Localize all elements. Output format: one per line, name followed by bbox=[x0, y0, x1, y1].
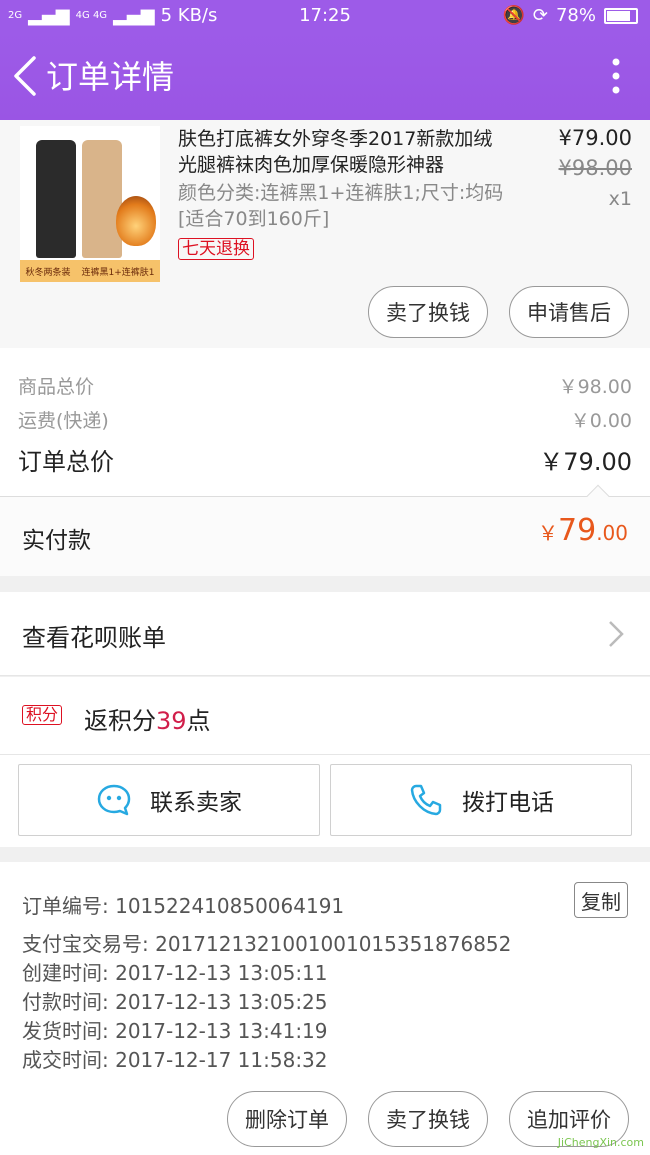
more-options-icon[interactable] bbox=[612, 58, 620, 94]
goods-total-label: 商品总价 bbox=[18, 376, 95, 398]
contact-seller-button[interactable]: 联系卖家 bbox=[18, 764, 320, 836]
copy-order-number-button[interactable]: 复制 bbox=[574, 882, 628, 918]
battery-percent: 78% bbox=[555, 5, 596, 26]
alipay-trade-number: 支付宝交易号: 2017121321001001015351876852 bbox=[22, 932, 512, 956]
completed-time: 成交时间: 2017-12-17 11:58:32 bbox=[22, 1048, 328, 1072]
amount-decimal: .00 bbox=[596, 521, 628, 545]
page-title: 订单详情 bbox=[46, 58, 175, 96]
product-price: ¥79.00 bbox=[558, 126, 632, 150]
product-original-price: ¥98.00 bbox=[558, 156, 632, 180]
amount-integer: 79 bbox=[558, 513, 597, 548]
huabei-bill-label: 查看花呗账单 bbox=[22, 624, 166, 652]
status-bar: 2G ▂▄▆ 4G 4G ▂▄▆ 5 KB/s 17:25 🔕 ⟳ 78% bbox=[0, 0, 650, 32]
call-phone-button[interactable]: 拨打电话 bbox=[330, 764, 632, 836]
points-text: 返积分39点 bbox=[84, 701, 211, 736]
product-name: 肤色打底裤女外穿冬季2017新款加绒光腿裤袜肉色加厚保暖隐形神器 bbox=[178, 128, 493, 176]
warm-flame-icon bbox=[116, 196, 156, 246]
mute-icon: 🔕 bbox=[502, 5, 525, 26]
order-number: 订单编号: 101522410850064191 bbox=[22, 894, 345, 918]
thumbnail-caption-left: 秋冬两条装 bbox=[25, 267, 71, 278]
bottom-action-bar: 删除订单 卖了换钱 追加评价 JiChengXin.com bbox=[0, 1080, 650, 1155]
order-total-label: 订单总价 bbox=[18, 448, 114, 476]
goods-total-row: 商品总价 ￥98.00 bbox=[18, 372, 632, 399]
nude-tights-image bbox=[82, 140, 122, 258]
created-time: 创建时间: 2017-12-13 13:05:11 bbox=[22, 961, 328, 985]
order-total-value: ￥79.00 bbox=[539, 448, 632, 476]
product-thumbnail[interactable]: 秋冬两条装 连裤黑1+连裤肤1 bbox=[20, 126, 160, 282]
chevron-right-icon bbox=[609, 621, 624, 647]
product-quantity: x1 bbox=[608, 188, 632, 210]
product-card[interactable]: 秋冬两条装 连裤黑1+连裤肤1 肤色打底裤女外穿冬季2017新款加绒光腿裤袜肉色… bbox=[0, 120, 650, 348]
points-prefix: 返积分 bbox=[84, 707, 156, 735]
site-watermark: JiChengXin.com bbox=[557, 1136, 644, 1149]
paid-time: 付款时间: 2017-12-13 13:05:25 bbox=[22, 990, 328, 1014]
points-row: 积分 返积分39点 bbox=[0, 677, 650, 755]
delete-order-button[interactable]: 删除订单 bbox=[227, 1091, 347, 1147]
actual-payment-amount: ￥79.00 bbox=[538, 513, 628, 548]
points-suffix: 点 bbox=[186, 707, 211, 735]
shipping-row: 运费(快递) ￥0.00 bbox=[18, 406, 632, 433]
actual-payment-row: 实付款 ￥79.00 bbox=[0, 484, 650, 576]
shipping-label: 运费(快递) bbox=[18, 410, 109, 432]
actual-payment-label: 实付款 bbox=[22, 528, 91, 554]
order-total-row: 订单总价 ￥79.00 bbox=[18, 442, 632, 477]
lock-rotation-icon: ⟳ bbox=[532, 5, 548, 26]
black-tights-image bbox=[36, 140, 76, 258]
chat-bubble-icon bbox=[97, 784, 131, 816]
call-phone-label: 拨打电话 bbox=[462, 790, 554, 816]
goods-total-value: ￥98.00 bbox=[558, 376, 632, 398]
phone-icon bbox=[410, 784, 442, 816]
apply-after-sale-button[interactable]: 申请售后 bbox=[509, 286, 629, 338]
status-right: 🔕 ⟳ 78% bbox=[502, 5, 638, 26]
app-bar: 订单详情 bbox=[0, 32, 650, 120]
huabei-bill-row[interactable]: 查看花呗账单 bbox=[0, 592, 650, 676]
contact-actions: 联系卖家 拨打电话 bbox=[0, 755, 650, 847]
contact-seller-label: 联系卖家 bbox=[150, 790, 242, 816]
product-spec: 颜色分类:连裤黑1+连裤肤1;尺寸:均码[适合70到160斤] bbox=[178, 182, 504, 230]
seven-day-return-badge: 七天退换 bbox=[178, 238, 254, 260]
points-tag: 积分 bbox=[22, 705, 63, 725]
price-summary: 商品总价 ￥98.00 运费(快递) ￥0.00 订单总价 ￥79.00 bbox=[0, 348, 650, 496]
order-info: 订单编号: 101522410850064191 复制 支付宝交易号: 2017… bbox=[0, 862, 650, 1080]
shipping-value: ￥0.00 bbox=[570, 410, 632, 432]
battery-icon bbox=[604, 7, 638, 24]
thumbnail-caption: 秋冬两条装 连裤黑1+连裤肤1 bbox=[20, 260, 160, 282]
footer-sell-for-cash-button[interactable]: 卖了换钱 bbox=[368, 1091, 488, 1147]
back-arrow-icon[interactable] bbox=[10, 54, 42, 98]
currency-symbol: ￥ bbox=[538, 521, 558, 545]
thumbnail-caption-right: 连裤黑1+连裤肤1 bbox=[81, 267, 155, 278]
points-number: 39 bbox=[156, 707, 187, 735]
shipped-time: 发货时间: 2017-12-13 13:41:19 bbox=[22, 1019, 328, 1043]
sell-for-cash-button[interactable]: 卖了换钱 bbox=[368, 286, 488, 338]
